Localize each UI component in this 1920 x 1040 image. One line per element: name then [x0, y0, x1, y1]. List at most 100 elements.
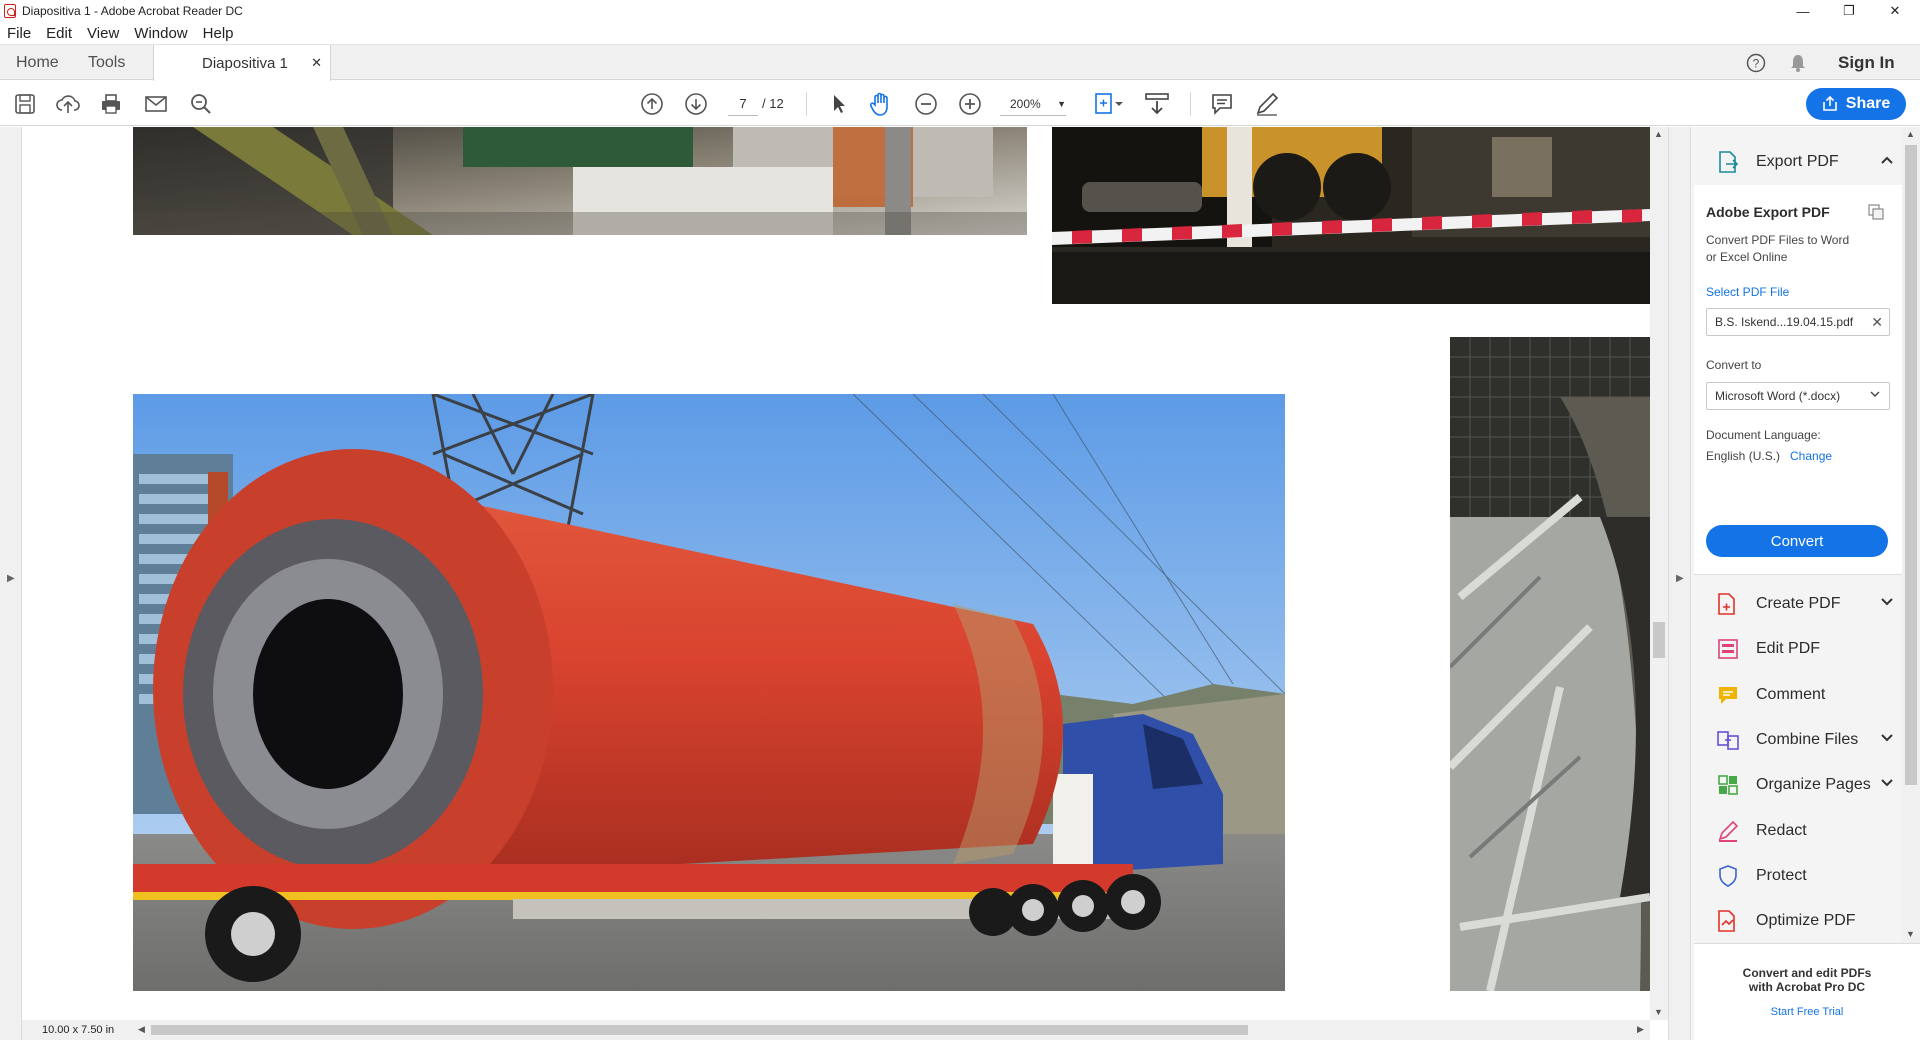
help-icon[interactable]: ? — [1746, 53, 1766, 73]
menu-help[interactable]: Help — [203, 25, 234, 42]
tool-combine-files[interactable]: Combine Files — [1694, 725, 1894, 755]
select-cursor-icon[interactable] — [826, 91, 852, 117]
tool-label: Organize Pages — [1756, 776, 1871, 793]
convert-to-label: Convert to — [1706, 358, 1762, 372]
clear-file-icon[interactable]: ✕ — [1871, 309, 1883, 335]
left-panel-toggle[interactable]: ▶ — [0, 127, 22, 1040]
page-number-input[interactable]: 7 — [728, 92, 758, 116]
chevron-down-icon[interactable] — [1880, 776, 1894, 795]
tool-protect[interactable]: Protect — [1694, 861, 1894, 891]
previous-page-icon[interactable] — [639, 91, 665, 117]
close-window-button[interactable]: ✕ — [1872, 0, 1918, 22]
copy-icon[interactable] — [1868, 204, 1884, 220]
export-description-line2: or Excel Online — [1706, 250, 1788, 264]
protect-icon — [1714, 864, 1742, 888]
right-pane-toggle[interactable]: ▶ — [1669, 127, 1691, 1040]
promo-line1: Convert and edit PDFs — [1742, 966, 1872, 980]
right-pane-scroll-thumb[interactable] — [1905, 145, 1917, 785]
document-tab[interactable]: Diapositiva 1 ✕ — [153, 45, 331, 81]
menu-view[interactable]: View — [87, 25, 119, 42]
scroll-up-icon[interactable]: ▲ — [1654, 129, 1663, 139]
export-panel-title: Adobe Export PDF — [1706, 204, 1830, 220]
scroll-down-icon[interactable]: ▼ — [1906, 929, 1915, 939]
share-label: Share — [1845, 95, 1891, 112]
zoom-in-icon[interactable] — [957, 91, 983, 117]
document-language-label: Document Language: — [1706, 428, 1821, 442]
chevron-down-icon[interactable] — [1880, 731, 1894, 750]
vertical-scrollbar[interactable]: ▲ ▼ — [1650, 127, 1668, 1020]
window-title: Diapositiva 1 - Adobe Acrobat Reader DC — [22, 4, 243, 18]
change-language-link[interactable]: Change — [1790, 449, 1832, 463]
create-pdf-icon — [1714, 592, 1742, 616]
page-size-label: 10.00 x 7.50 in — [22, 1020, 135, 1040]
menu-edit[interactable]: Edit — [46, 25, 72, 42]
hand-tool-icon[interactable] — [868, 91, 894, 117]
tool-redact[interactable]: Redact — [1694, 816, 1894, 846]
comment-toolbar-icon[interactable] — [1209, 91, 1235, 117]
share-icon — [1822, 96, 1837, 111]
tool-optimize-pdf[interactable]: Optimize PDF — [1694, 906, 1894, 936]
start-free-trial-link[interactable]: Start Free Trial — [1694, 1006, 1920, 1018]
scroll-right-icon[interactable]: ▶ — [1637, 1024, 1644, 1035]
optimize-pdf-icon — [1714, 909, 1742, 933]
tool-label: Optimize PDF — [1756, 912, 1856, 929]
scrolling-mode-icon[interactable] — [1144, 91, 1170, 117]
tool-comment[interactable]: Comment — [1694, 680, 1894, 710]
tool-create-pdf[interactable]: Create PDF — [1694, 589, 1894, 619]
select-pdf-file-link[interactable]: Select PDF File — [1706, 285, 1789, 299]
sign-in-link[interactable]: Sign In — [1838, 53, 1895, 73]
zoom-dropdown[interactable]: 200% ▼ — [1000, 92, 1066, 116]
toolbar: 7 / 12 200% ▼ Share — [0, 81, 1920, 126]
save-icon[interactable] — [12, 91, 38, 117]
menu-window[interactable]: Window — [134, 25, 187, 42]
zoom-out-icon[interactable] — [913, 91, 939, 117]
format-dropdown[interactable]: Microsoft Word (*.docx) — [1706, 382, 1890, 410]
horizontal-scroll-thumb[interactable] — [151, 1025, 1248, 1035]
document-viewport[interactable]: ▶ ▲ ▼ 10.00 x 7.50 in ◀ ▶ — [0, 127, 1668, 1040]
chevron-up-icon[interactable] — [1880, 153, 1894, 172]
horizontal-scrollbar[interactable]: ◀ ▶ — [135, 1020, 1650, 1040]
right-pane-scrollbar[interactable]: ▲ ▼ — [1902, 127, 1920, 943]
print-icon[interactable] — [98, 91, 124, 117]
scroll-up-icon[interactable]: ▲ — [1906, 129, 1915, 139]
export-pdf-header[interactable]: Export PDF — [1694, 147, 1894, 177]
document-image-top-right — [1052, 127, 1650, 304]
tool-label: Protect — [1756, 867, 1807, 884]
notifications-bell-icon[interactable] — [1788, 53, 1808, 73]
expand-left-panel-icon[interactable]: ▶ — [7, 573, 15, 584]
close-tab-icon[interactable]: ✕ — [311, 55, 322, 71]
maximize-button[interactable]: ❐ — [1826, 0, 1872, 22]
email-icon[interactable] — [143, 91, 169, 117]
document-image-top-left — [133, 127, 1027, 235]
share-button[interactable]: Share — [1806, 88, 1906, 120]
export-pdf-icon — [1714, 150, 1742, 174]
upload-cloud-icon[interactable] — [55, 91, 81, 117]
page-total: / 12 — [762, 96, 784, 111]
convert-button[interactable]: Convert — [1706, 525, 1888, 557]
tool-edit-pdf[interactable]: Edit PDF — [1694, 634, 1894, 664]
promo-line2: with Acrobat Pro DC — [1748, 980, 1866, 994]
toolbar-divider — [806, 92, 807, 116]
draw-pen-icon[interactable] — [1254, 91, 1280, 117]
combine-files-icon — [1714, 728, 1742, 752]
fit-page-icon[interactable] — [1092, 91, 1126, 117]
scroll-down-icon[interactable]: ▼ — [1654, 1007, 1663, 1017]
minimize-button[interactable]: — — [1780, 0, 1826, 22]
scroll-left-icon[interactable]: ◀ — [138, 1024, 145, 1035]
document-image-main-drum-truck — [133, 394, 1285, 991]
organize-pages-icon — [1714, 773, 1742, 797]
tool-organize-pages[interactable]: Organize Pages — [1694, 770, 1894, 800]
vertical-scroll-thumb[interactable] — [1653, 622, 1665, 658]
tool-label: Combine Files — [1756, 731, 1859, 748]
next-page-icon[interactable] — [683, 91, 709, 117]
collapse-right-pane-icon[interactable]: ▶ — [1676, 573, 1684, 584]
export-pdf-panel: Adobe Export PDF Convert PDF Files to Wo… — [1694, 185, 1902, 575]
selected-file-field[interactable]: B.S. Iskend...19.04.15.pdf ✕ — [1706, 308, 1890, 336]
chevron-down-icon — [1869, 383, 1881, 409]
format-value: Microsoft Word (*.docx) — [1715, 389, 1841, 403]
zoom-search-icon[interactable] — [188, 91, 214, 117]
tab-tools[interactable]: Tools — [88, 45, 125, 81]
tab-home[interactable]: Home — [16, 45, 59, 81]
chevron-down-icon[interactable] — [1880, 595, 1894, 614]
menu-file[interactable]: File — [7, 25, 31, 42]
